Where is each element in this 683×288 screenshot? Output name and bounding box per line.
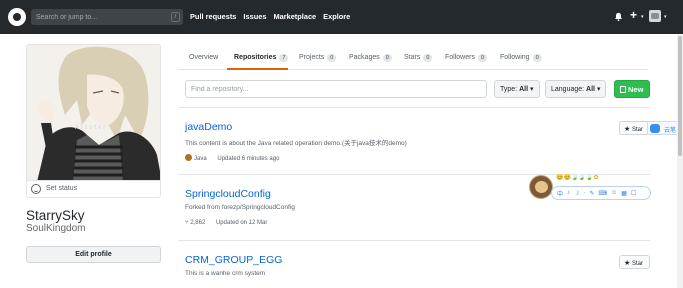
set-status-button[interactable]: Set status bbox=[26, 181, 161, 198]
repo-name-link[interactable]: CRM_GROUP_EGG bbox=[185, 254, 282, 266]
nav-pull-requests[interactable]: Pull requests bbox=[190, 12, 236, 21]
tab-label: Followers bbox=[445, 54, 475, 61]
repo-forks: 2,862 bbox=[190, 220, 206, 226]
language-select[interactable]: Language: All ▾ bbox=[545, 80, 607, 98]
tab-label: Following bbox=[500, 54, 530, 61]
cloud-icon bbox=[650, 124, 660, 133]
tab-following[interactable]: Following 0 bbox=[500, 54, 542, 62]
repo-description: This is a wanhe crm system bbox=[185, 270, 266, 277]
star-label: Star bbox=[631, 127, 643, 133]
ime-tools: 中 ♪ ☽ · ✎ ⌨ ☺ ▦ ☐ bbox=[551, 186, 651, 200]
ime-punct-icon[interactable]: · bbox=[583, 190, 585, 196]
tab-projects[interactable]: Projects 0 bbox=[299, 54, 337, 62]
tab-stars[interactable]: Stars 0 bbox=[404, 54, 433, 62]
header-nav: Pull requests Issues Marketplace Explore bbox=[190, 12, 350, 21]
ime-moon-icon[interactable]: ☽ bbox=[574, 190, 579, 197]
new-button-label: New bbox=[628, 85, 644, 94]
tab-counter: 0 bbox=[382, 54, 392, 62]
tab-label: Packages bbox=[349, 54, 380, 61]
type-select-value: All bbox=[519, 86, 529, 93]
ime-voice-icon[interactable]: ♪ bbox=[567, 190, 570, 196]
ime-keyboard-icon[interactable]: ⌨ bbox=[598, 190, 607, 197]
selected-tab-underline bbox=[227, 68, 288, 70]
star-button[interactable]: ★ Star bbox=[619, 255, 650, 269]
repo-updated: Updated 6 minutes ago bbox=[217, 156, 280, 162]
star-icon: ★ bbox=[624, 260, 631, 267]
ime-grid-icon[interactable]: ▦ bbox=[621, 190, 627, 197]
ime-emoji-icon[interactable]: ☺ bbox=[611, 190, 617, 196]
repo-divider bbox=[178, 107, 650, 108]
repo-meta: ⑂ 2,862 Updated on 12 Mar bbox=[185, 220, 267, 226]
tab-counter: 0 bbox=[327, 54, 337, 62]
repo-language: Java bbox=[194, 156, 207, 162]
bell-icon[interactable] bbox=[614, 12, 623, 21]
tab-followers[interactable]: Followers 0 bbox=[445, 54, 488, 62]
type-select[interactable]: Type: All ▾ bbox=[494, 80, 540, 98]
type-select-label: Type: bbox=[500, 86, 518, 93]
ime-toolbar: 😊😊🍃🍃🍃✿ 中 ♪ ☽ · ✎ ⌨ ☺ ▦ ☐ bbox=[529, 174, 651, 201]
create-new-icon[interactable]: + bbox=[630, 9, 637, 21]
chevron-down-icon: ▾ bbox=[664, 14, 667, 20]
github-logo-icon[interactable] bbox=[8, 8, 26, 26]
chevron-down-icon: ▾ bbox=[529, 86, 534, 93]
repo-divider bbox=[178, 240, 650, 241]
user-avatar-small[interactable] bbox=[649, 10, 661, 22]
language-select-value: All bbox=[586, 86, 595, 93]
profile-tabs: Overview Repositories 7 Projects 0 Package… bbox=[178, 44, 648, 70]
new-repository-button[interactable]: New bbox=[614, 80, 650, 98]
tab-label: Stars bbox=[404, 54, 421, 61]
repo-meta: Java Updated 6 minutes ago bbox=[185, 154, 279, 162]
ime-mode-toggle[interactable]: 中 bbox=[557, 189, 563, 198]
nav-explore[interactable]: Explore bbox=[323, 12, 350, 21]
repo-updated: Updated on 12 Mar bbox=[215, 220, 268, 226]
ime-pen-icon[interactable]: ✎ bbox=[589, 190, 594, 197]
repo-name-link[interactable]: SpringcloudConfig bbox=[185, 188, 271, 200]
profile-name: StarrySky bbox=[26, 208, 85, 223]
tab-counter: 0 bbox=[532, 54, 542, 62]
search-box[interactable]: / bbox=[31, 9, 183, 25]
repo-name-link[interactable]: javaDemo bbox=[185, 121, 232, 133]
ime-skin-icon[interactable]: ☐ bbox=[631, 190, 636, 197]
repo-description: This content is about the Java related o… bbox=[185, 140, 407, 147]
tab-repositories[interactable]: Repositories 7 bbox=[234, 54, 289, 62]
ime-skin-avatar[interactable] bbox=[529, 175, 553, 199]
tab-packages[interactable]: Packages 0 bbox=[349, 54, 392, 62]
chevron-down-icon: ▾ bbox=[641, 14, 644, 20]
nav-issues[interactable]: Issues bbox=[243, 12, 266, 21]
set-status-label: Set status bbox=[46, 185, 78, 192]
repo-fork-source: Forked from forezp/SpringcloudConfig bbox=[185, 204, 295, 211]
star-button[interactable]: ★ Star bbox=[619, 121, 650, 135]
tab-counter: 0 bbox=[423, 54, 433, 62]
profile-login: SoulKingdom bbox=[26, 223, 86, 234]
tab-label: Repositories bbox=[234, 54, 277, 61]
tab-counter: 0 bbox=[477, 54, 488, 62]
search-shortcut-key: / bbox=[171, 12, 180, 22]
ime-emoji-row: 😊😊🍃🍃🍃✿ bbox=[556, 175, 599, 181]
repo-icon bbox=[620, 86, 626, 93]
star-icon: ★ bbox=[624, 126, 631, 133]
edit-profile-button[interactable]: Edit profile bbox=[26, 246, 161, 263]
find-repository-input[interactable] bbox=[185, 80, 487, 98]
search-input[interactable] bbox=[31, 9, 171, 25]
smiley-icon bbox=[31, 184, 41, 194]
tab-label: Projects bbox=[299, 54, 325, 61]
avatar-illustration: Alister bbox=[27, 45, 160, 180]
nav-marketplace[interactable]: Marketplace bbox=[273, 12, 316, 21]
global-header: / Pull requests Issues Marketplace Explo… bbox=[0, 0, 683, 34]
avatar-watermark-text: Alister bbox=[75, 124, 107, 131]
language-color-dot bbox=[185, 154, 192, 161]
scrollbar-thumb[interactable] bbox=[678, 36, 682, 156]
tab-counter: 7 bbox=[279, 54, 289, 62]
tab-label: Overview bbox=[189, 54, 219, 61]
chevron-down-icon: ▾ bbox=[596, 86, 601, 93]
fork-icon: ⑂ bbox=[185, 220, 189, 226]
star-label: Star bbox=[631, 261, 643, 267]
tab-overview[interactable]: Overview bbox=[189, 54, 218, 61]
profile-avatar: Alister bbox=[26, 44, 161, 181]
language-select-label: Language: bbox=[551, 86, 585, 93]
side-tab-label: 云笔 bbox=[664, 128, 677, 134]
